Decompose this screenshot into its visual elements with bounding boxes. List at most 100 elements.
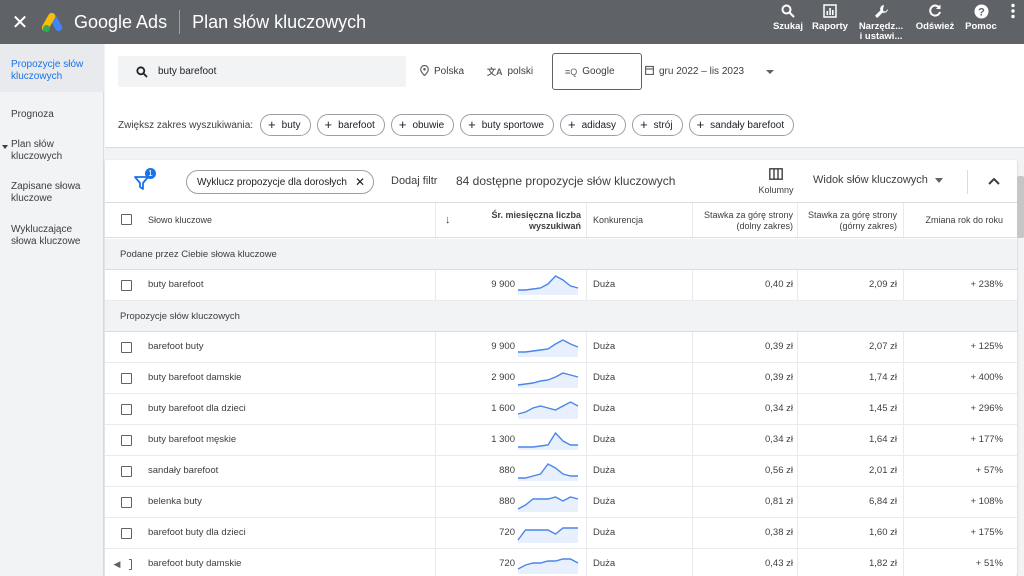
table-section-header: Podane przez Ciebie słowa kluczowe: [105, 239, 1017, 270]
row-checkbox[interactable]: [121, 466, 132, 477]
add-filter-button[interactable]: Dodaj filtr: [391, 175, 437, 187]
row-checkbox[interactable]: [121, 373, 132, 384]
row-checkbox[interactable]: [121, 342, 132, 353]
view-label: Widok słów kluczowych: [813, 174, 928, 186]
location-pin-icon: [420, 64, 429, 79]
available-ideas-count: 84 dostępne propozycje słów kluczowych: [456, 174, 676, 188]
calendar-icon: [645, 65, 655, 78]
table-row: buty barefoot damskie 2 900 Duża 0,39 zł 1,7…: [105, 363, 1017, 394]
keyword-search-input[interactable]: buty barefoot: [118, 56, 406, 87]
chevron-down-icon: [766, 70, 774, 74]
search-network-filter[interactable]: ≡Q Google: [552, 53, 642, 90]
yoy-cell: + 51%: [975, 558, 1003, 569]
broaden-chip-label: buty: [281, 119, 301, 131]
row-checkbox[interactable]: [121, 435, 132, 446]
chevron-up-icon[interactable]: [986, 173, 1002, 189]
location-filter[interactable]: Polska: [420, 56, 464, 87]
searches-cell: 2 900: [491, 372, 515, 383]
broaden-chip-label: strój: [653, 119, 673, 131]
title-divider: [179, 10, 181, 34]
col-searches-header[interactable]: Śr. miesięczna liczba wyszukiwań: [465, 203, 581, 238]
tools-button[interactable]: Narzędz... i ustawi...: [852, 0, 910, 44]
close-icon[interactable]: ✕: [0, 0, 40, 44]
col-keyword-header[interactable]: Słowo kluczowe: [148, 203, 212, 238]
bid-high-cell: 1,74 zł: [869, 372, 897, 383]
more-vert-icon: [1005, 3, 1021, 19]
searches-cell: 1 300: [491, 434, 515, 445]
keyword-cell[interactable]: sandały barefoot: [148, 456, 428, 486]
google-ads-logo-icon: [42, 12, 63, 32]
sidebar-item-keyword-plan[interactable]: Plan słów kluczowych: [0, 139, 104, 163]
searches-cell: 880: [499, 496, 515, 507]
broaden-chip-label: adidasy: [581, 119, 617, 131]
view-dropdown[interactable]: Widok słów kluczowych: [813, 174, 943, 186]
col-bid-low-header[interactable]: Stawka za górę strony (dolny zakres): [693, 203, 793, 238]
refresh-button[interactable]: Odśwież: [910, 0, 960, 44]
scroll-left-button[interactable]: ◀: [105, 552, 129, 576]
row-checkbox[interactable]: [121, 497, 132, 508]
help-button[interactable]: ? Pomoc: [960, 0, 1002, 44]
more-menu-button[interactable]: [1002, 0, 1024, 44]
search-button-label: Szukaj: [772, 21, 804, 32]
trend-sparkline: [518, 339, 579, 357]
sidebar-item-keyword-plan-label: Plan słów kluczowych: [11, 139, 63, 162]
bid-low-cell: 0,38 zł: [765, 527, 793, 538]
searches-cell: 880: [499, 465, 515, 476]
broaden-chip[interactable]: + adidasy: [560, 114, 627, 136]
broaden-chip[interactable]: + sandały barefoot: [688, 114, 795, 136]
sort-arrow-icon[interactable]: ↓: [445, 203, 459, 238]
broaden-chip-label: obuwie: [412, 119, 445, 131]
col-competition-header[interactable]: Konkurencja: [593, 203, 643, 238]
close-icon[interactable]: ✕: [355, 175, 365, 189]
sidebar-item-keyword-ideas[interactable]: Propozycje słów kluczowych: [0, 44, 104, 92]
trend-sparkline: [517, 496, 579, 512]
table-row: buty barefoot dla dzieci 1 600 Duża 0,34 zł…: [105, 394, 1017, 425]
yoy-cell: + 400%: [970, 372, 1004, 383]
keyword-cell[interactable]: buty barefoot dla dzieci: [148, 394, 428, 424]
broaden-chip[interactable]: + strój: [632, 114, 683, 136]
exclude-adult-chip[interactable]: Wyklucz propozycje dla dorosłych ✕: [186, 170, 375, 194]
table-row: buty barefoot męskie 1 300 Duża 0,34 zł 1,64…: [105, 425, 1017, 456]
trend-sparkline: [517, 372, 579, 388]
keyword-cell[interactable]: barefoot buty dla dzieci: [148, 518, 428, 548]
bid-low-cell: 0,40 zł: [765, 279, 793, 290]
col-bid-high-header[interactable]: Stawka za górę strony (górny zakres): [799, 203, 897, 238]
translate-icon: 文A: [487, 67, 503, 77]
sidebar-item-saved-keywords[interactable]: Zapisane słowa kluczowe: [0, 181, 104, 205]
trend-sparkline: [517, 527, 578, 543]
search-query: buty barefoot: [158, 66, 217, 77]
keyword-cell[interactable]: buty barefoot: [148, 270, 428, 300]
keyword-cell[interactable]: buty barefoot damskie: [148, 363, 428, 393]
col-yoy-header[interactable]: Zmiana rok do roku: [905, 203, 1003, 238]
plus-icon: +: [324, 117, 333, 132]
row-checkbox[interactable]: [121, 404, 132, 415]
broaden-chip[interactable]: + obuwie: [390, 114, 455, 136]
sidebar-item-negative-keywords[interactable]: Wykluczające słowa kluczowe: [0, 224, 104, 248]
row-checkbox[interactable]: [121, 528, 132, 539]
vertical-scrollbar[interactable]: [1017, 176, 1024, 238]
keyword-cell[interactable]: buty barefoot męskie: [148, 425, 428, 455]
keyword-cell[interactable]: belenka buty: [148, 487, 428, 517]
broaden-chip[interactable]: + buty sportowe: [460, 114, 554, 136]
bid-high-cell: 2,01 zł: [869, 465, 897, 476]
location-value: Polska: [434, 66, 465, 77]
yoy-cell: + 296%: [970, 403, 1004, 414]
date-range-dropdown[interactable]: gru 2022 – lis 2023: [642, 56, 776, 87]
select-all-checkbox[interactable]: [121, 214, 132, 225]
columns-button[interactable]: Kolumny: [756, 166, 796, 195]
table-row: barefoot buty 9 900 Duża 0,39 zł 2,07 zł + 12…: [105, 332, 1017, 363]
search-button[interactable]: Szukaj: [768, 0, 808, 44]
tools-button-label: Narzędz... i ustawi...: [858, 21, 904, 42]
trend-sparkline: [517, 558, 579, 574]
sidebar-item-forecast[interactable]: Prognoza: [0, 109, 104, 121]
language-filter[interactable]: 文A polski: [487, 56, 533, 87]
reports-button[interactable]: Raporty: [808, 0, 852, 44]
broaden-chip[interactable]: + buty: [260, 114, 311, 136]
keyword-cell[interactable]: barefoot buty: [148, 332, 428, 362]
columns-label: Kolumny: [758, 185, 794, 195]
keyword-cell[interactable]: barefoot buty damskie: [148, 549, 428, 576]
row-checkbox[interactable]: [121, 280, 132, 291]
columns-icon: [769, 168, 783, 180]
table-row: buty barefoot 9 900 Duża 0,40 zł 2,09 zł + 23…: [105, 270, 1017, 301]
broaden-chip[interactable]: + barefoot: [316, 114, 385, 136]
